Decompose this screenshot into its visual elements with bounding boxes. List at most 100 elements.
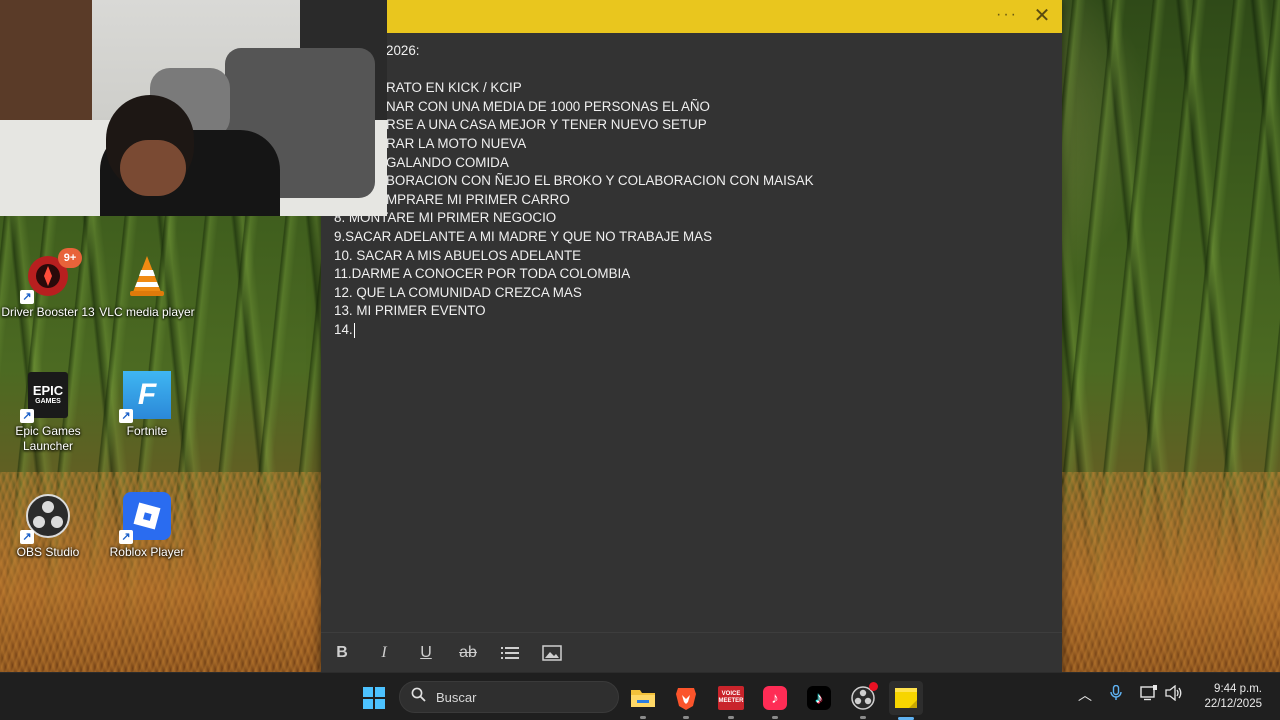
image-icon bbox=[542, 644, 562, 661]
desktop-icon-label: Driver Booster 13 bbox=[1, 305, 95, 319]
sticky-notes-icon bbox=[895, 688, 917, 708]
shortcut-arrow-icon: ↗ bbox=[20, 290, 34, 304]
tiktok-icon: ♪ bbox=[807, 686, 831, 710]
note-line: RAR LA MOTO NUEVA bbox=[386, 135, 527, 151]
note-format-toolbar: B I U ab bbox=[321, 632, 1062, 672]
text-caret bbox=[353, 322, 355, 338]
epic-games-icon: EPIC GAMES ↗ bbox=[20, 371, 72, 423]
system-clock[interactable]: 9:44 p.m. 22/12/2025 bbox=[1204, 682, 1262, 712]
webcam-overlay bbox=[0, 0, 387, 216]
volume-icon[interactable] bbox=[1165, 684, 1183, 704]
start-button[interactable] bbox=[357, 681, 391, 715]
epic-logo-subtext: GAMES bbox=[35, 398, 61, 405]
desktop-icon-label: VLC media player bbox=[99, 305, 195, 319]
underline-icon: U bbox=[420, 643, 432, 661]
sticky-note-window[interactable]: ··· ✕ 2026: RATO EN KICK / KCIP NAR CON … bbox=[321, 0, 1062, 672]
desktop-icon-obs-studio[interactable]: ↗ OBS Studio bbox=[0, 492, 96, 560]
voicemeeter-logo-subtext: MEETER bbox=[718, 698, 744, 704]
shortcut-arrow-icon: ↗ bbox=[119, 409, 133, 423]
taskbar-sticky-notes[interactable] bbox=[889, 681, 923, 720]
notification-badge: 9+ bbox=[58, 248, 82, 268]
voicemeeter-logo-text: VOICE bbox=[721, 691, 741, 697]
voicemeeter-icon: VOICE MEETER bbox=[718, 686, 744, 710]
ellipsis-icon[interactable]: ··· bbox=[996, 6, 1018, 24]
note-line: RSE A UNA CASA MEJOR Y TENER NUEVO SETUP bbox=[386, 117, 707, 133]
italic-button[interactable]: I bbox=[363, 633, 405, 673]
list-icon bbox=[501, 646, 519, 659]
bold-button[interactable]: B bbox=[321, 633, 363, 673]
driver-booster-icon: 9+ ↗ bbox=[20, 248, 82, 304]
taskbar-file-explorer[interactable] bbox=[626, 681, 660, 719]
folder-icon bbox=[631, 690, 655, 707]
tiktok-live-icon: ♪ bbox=[763, 686, 787, 710]
add-image-button[interactable] bbox=[531, 633, 573, 673]
note-line: 8. MONTARE MI PRIMER NEGOCIO bbox=[334, 210, 557, 226]
taskbar-obs[interactable] bbox=[846, 681, 880, 719]
note-line: 10. SACAR A MIS ABUELOS ADELANTE bbox=[334, 247, 582, 263]
strikethrough-icon: ab bbox=[459, 643, 477, 661]
running-indicator bbox=[772, 716, 778, 719]
underline-button[interactable]: U bbox=[405, 633, 447, 673]
note-line: RATO EN KICK / KCIP bbox=[386, 80, 522, 96]
shortcut-arrow-icon: ↗ bbox=[20, 530, 34, 544]
desktop-icon-fortnite[interactable]: F ↗ Fortnite bbox=[99, 371, 195, 439]
running-indicator bbox=[683, 716, 689, 719]
note-line: 11.DARME A CONOCER POR TODA COLOMBIA bbox=[334, 266, 631, 282]
desktop-icon-label: Fortnite bbox=[126, 424, 168, 438]
desktop-icon-driver-booster[interactable]: 9+ ↗ Driver Booster 13 bbox=[0, 248, 96, 320]
desktop-icon-roblox[interactable]: ↗ Roblox Player bbox=[99, 492, 195, 560]
desktop-icon-label: Epic Games Launcher bbox=[15, 424, 81, 453]
running-indicator bbox=[640, 716, 646, 719]
clock-date: 22/12/2025 bbox=[1204, 698, 1262, 710]
search-placeholder: Buscar bbox=[436, 689, 477, 705]
note-text-area[interactable]: 2026: RATO EN KICK / KCIP NAR CON UNA ME… bbox=[334, 42, 1054, 340]
note-line: MPRARE MI PRIMER CARRO bbox=[386, 191, 570, 207]
desktop-icon-epic-games[interactable]: EPIC GAMES ↗ Epic Games Launcher bbox=[0, 371, 96, 454]
note-line-text: 14. bbox=[334, 321, 353, 337]
vlc-cone-icon bbox=[123, 252, 171, 300]
strikethrough-button[interactable]: ab bbox=[447, 633, 489, 673]
search-icon bbox=[400, 687, 436, 707]
show-hidden-icons-chevron-icon[interactable]: ︿ bbox=[1078, 685, 1092, 705]
close-icon[interactable]: ✕ bbox=[1030, 4, 1054, 28]
fortnite-logo-letter: F bbox=[137, 378, 157, 411]
italic-icon: I bbox=[381, 643, 387, 661]
bold-icon: B bbox=[336, 643, 348, 661]
note-line: 9.SACAR ADELANTE A MI MADRE Y QUE NO TRA… bbox=[334, 228, 713, 244]
fortnite-icon: F ↗ bbox=[119, 371, 171, 423]
running-indicator bbox=[728, 716, 734, 719]
taskbar: Buscar VOICE MEETER ♪ ♪ ︿ 9:44 p.m. 22/1… bbox=[0, 672, 1280, 720]
taskbar-brave[interactable] bbox=[669, 681, 703, 719]
shortcut-arrow-icon: ↗ bbox=[20, 409, 34, 423]
note-line: BORACION CON ÑEJO EL BROKO Y COLABORACIO… bbox=[386, 173, 814, 189]
note-line: 2026: bbox=[386, 43, 420, 58]
desktop-icon-label: OBS Studio bbox=[16, 545, 80, 559]
microphone-icon[interactable] bbox=[1110, 684, 1122, 704]
brave-lion-icon bbox=[676, 688, 696, 710]
recording-dot-icon bbox=[869, 682, 878, 691]
epic-logo-text: EPIC bbox=[32, 383, 64, 398]
shortcut-arrow-icon: ↗ bbox=[119, 530, 133, 544]
note-line: 13. MI PRIMER EVENTO bbox=[334, 303, 486, 319]
note-line-current: 14. bbox=[334, 321, 1054, 340]
webcam-door bbox=[0, 0, 92, 120]
note-titlebar[interactable]: ··· ✕ bbox=[387, 0, 1062, 33]
obs-icon: ↗ bbox=[20, 492, 72, 544]
desktop-icon-vlc[interactable]: VLC media player bbox=[99, 252, 195, 320]
note-line bbox=[334, 61, 1054, 80]
desktop-icon-label: Roblox Player bbox=[109, 545, 185, 559]
clock-time: 9:44 p.m. bbox=[1214, 683, 1262, 695]
webcam-person-face bbox=[120, 140, 186, 196]
taskbar-voicemeeter[interactable]: VOICE MEETER bbox=[714, 681, 748, 719]
bullet-list-button[interactable] bbox=[489, 633, 531, 673]
note-line: NAR CON UNA MEDIA DE 1000 PERSONAS EL AÑ… bbox=[386, 98, 710, 114]
taskbar-tiktok[interactable]: ♪ bbox=[802, 681, 836, 715]
network-icon[interactable] bbox=[1140, 685, 1158, 704]
roblox-icon: ↗ bbox=[119, 492, 171, 544]
note-line: 12. QUE LA COMUNIDAD CREZCA MAS bbox=[334, 284, 582, 300]
taskbar-search[interactable]: Buscar bbox=[399, 681, 619, 713]
windows-logo-icon bbox=[363, 687, 385, 709]
taskbar-tiktok-live[interactable]: ♪ bbox=[758, 681, 792, 719]
running-indicator bbox=[860, 716, 866, 719]
note-line: GALANDO COMIDA bbox=[386, 154, 509, 170]
